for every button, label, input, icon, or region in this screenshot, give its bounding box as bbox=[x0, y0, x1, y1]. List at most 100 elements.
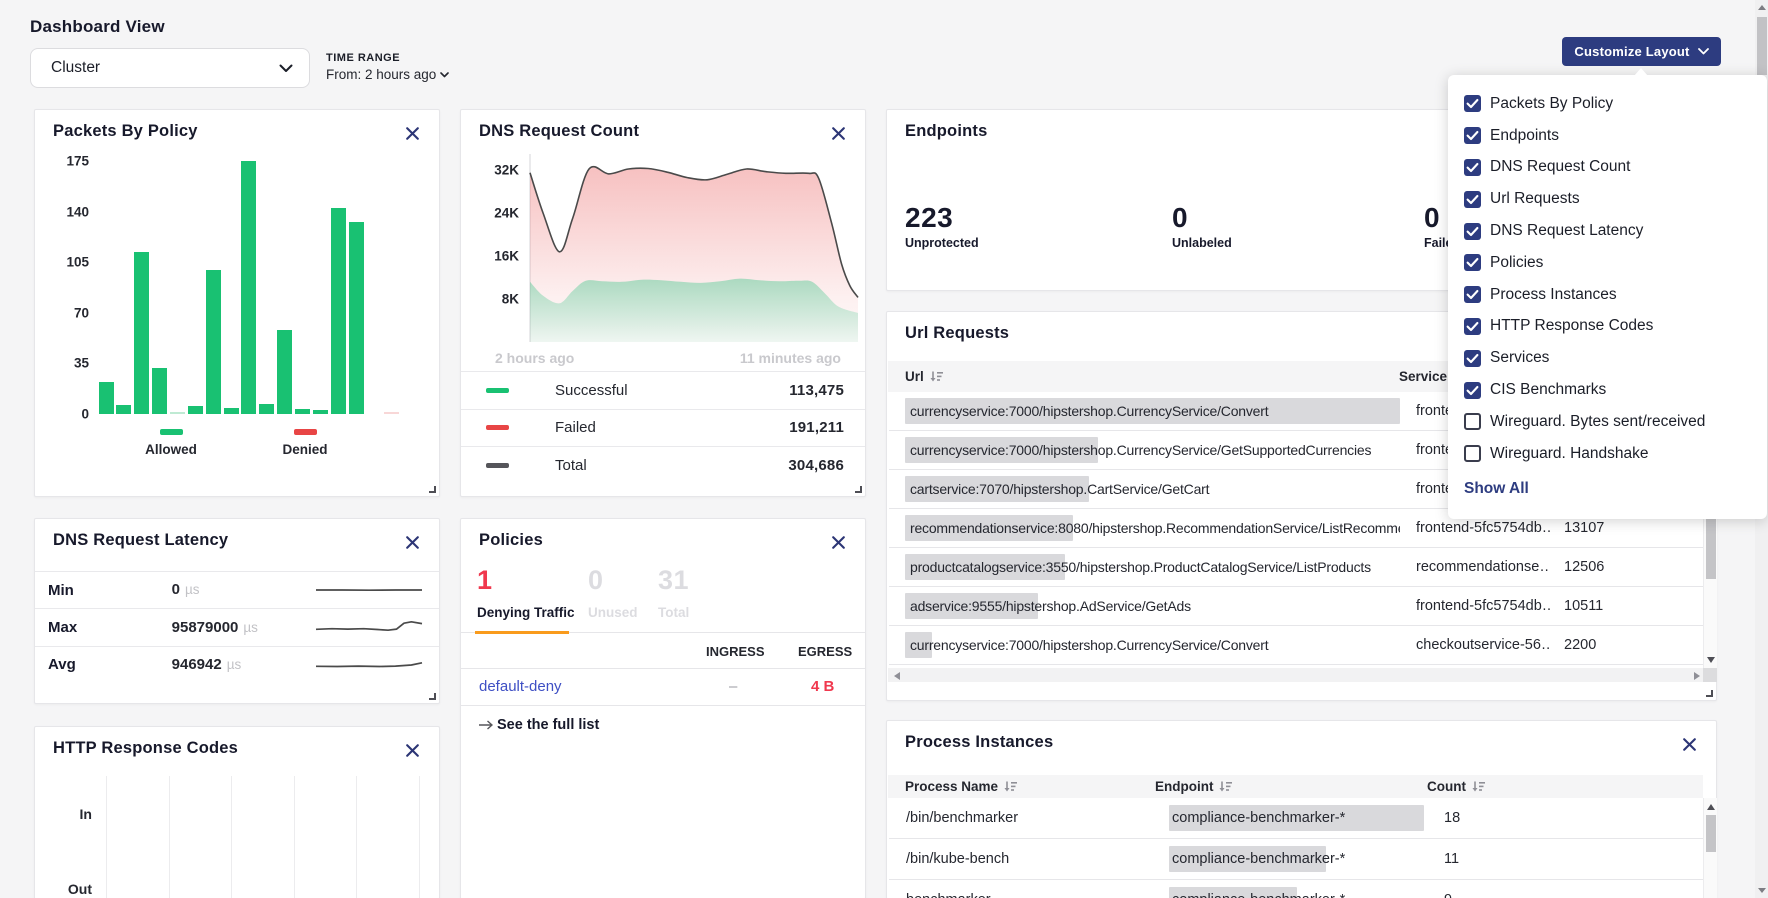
process-table-row[interactable]: /bin/kube-benchcompliance-benchmarker-*1… bbox=[889, 839, 1703, 880]
process-name-cell: /bin/kube-bench bbox=[889, 851, 1156, 867]
resize-handle[interactable] bbox=[429, 486, 436, 493]
sort-icon bbox=[1472, 781, 1485, 793]
checkbox-checked[interactable] bbox=[1464, 254, 1481, 271]
allowed-bar bbox=[206, 270, 221, 414]
column-header-process-name[interactable]: Process Name bbox=[905, 779, 1155, 794]
egress-value: 4 B bbox=[811, 678, 834, 695]
menu-item-label: Url Requests bbox=[1490, 190, 1580, 208]
y-tick: 0 bbox=[49, 406, 89, 421]
checkbox-checked[interactable] bbox=[1464, 318, 1481, 335]
tab-unused[interactable]: 0 Unused bbox=[588, 565, 638, 620]
menu-item-packets-by-policy[interactable]: Packets By Policy bbox=[1448, 88, 1767, 120]
page-title: Dashboard View bbox=[30, 17, 165, 37]
scroll-up-arrow[interactable] bbox=[1758, 5, 1766, 10]
tab-total[interactable]: 31 Total bbox=[658, 565, 689, 620]
checkbox-unchecked[interactable] bbox=[1464, 413, 1481, 430]
process-table-row[interactable]: benchmarkercompliance-benchmarker-*9 bbox=[889, 880, 1703, 898]
checkbox-checked[interactable] bbox=[1464, 223, 1481, 240]
close-icon[interactable] bbox=[1676, 731, 1702, 757]
resize-handle[interactable] bbox=[855, 486, 862, 493]
checkbox-checked[interactable] bbox=[1464, 286, 1481, 303]
y-tick: 140 bbox=[49, 204, 89, 219]
checkbox-checked[interactable] bbox=[1464, 127, 1481, 144]
allowed-bar bbox=[331, 208, 346, 414]
menu-item-dns-request-count[interactable]: DNS Request Count bbox=[1448, 152, 1767, 184]
service-cell: frontend-5fc5754db… bbox=[1400, 598, 1550, 614]
checkbox-checked[interactable] bbox=[1464, 191, 1481, 208]
latency-metric-label: Min bbox=[48, 582, 172, 599]
scroll-left-arrow[interactable] bbox=[894, 672, 900, 680]
scroll-up-arrow[interactable] bbox=[1707, 804, 1715, 810]
scroll-down-arrow[interactable] bbox=[1758, 888, 1766, 893]
close-icon[interactable] bbox=[399, 529, 425, 555]
gridline bbox=[356, 776, 357, 898]
menu-item-label: Packets By Policy bbox=[1490, 95, 1613, 113]
menu-item-process-instances[interactable]: Process Instances bbox=[1448, 279, 1767, 311]
scrollbar-thumb[interactable] bbox=[1757, 17, 1767, 75]
allowed-bar bbox=[277, 330, 292, 414]
dns-request-latency-card: DNS Request Latency Min0µsMax95879000µsA… bbox=[34, 518, 440, 704]
show-all-link[interactable]: Show All bbox=[1464, 480, 1529, 498]
menu-item-label: CIS Benchmarks bbox=[1490, 381, 1606, 399]
legend-row-failed: Failed 191,211 bbox=[461, 409, 865, 447]
see-full-list-link[interactable]: See the full list bbox=[479, 717, 599, 733]
scroll-down-arrow[interactable] bbox=[1707, 657, 1715, 663]
legend-item-allowed[interactable]: Allowed bbox=[148, 429, 194, 457]
menu-item-endpoints[interactable]: Endpoints bbox=[1448, 120, 1767, 152]
close-icon[interactable] bbox=[825, 529, 851, 555]
url-table-row[interactable]: currencyservice:7000/hipstershop.Currenc… bbox=[889, 626, 1703, 665]
process-name-cell: /bin/benchmarker bbox=[889, 810, 1156, 826]
count-cell: 9 bbox=[1432, 892, 1452, 898]
scrollbar-thumb[interactable] bbox=[1706, 815, 1716, 852]
allowed-bar bbox=[241, 161, 256, 413]
menu-item-label: Process Instances bbox=[1490, 286, 1617, 304]
resize-handle[interactable] bbox=[1706, 690, 1713, 697]
menu-item-services[interactable]: Services bbox=[1448, 342, 1767, 374]
policy-link[interactable]: default-deny bbox=[479, 678, 562, 695]
menu-item-label: Policies bbox=[1490, 254, 1543, 272]
time-range-value[interactable]: From: 2 hours ago bbox=[326, 67, 449, 82]
allowed-bar bbox=[224, 408, 239, 414]
packets-by-policy-card: Packets By Policy 17514010570350 Allowed… bbox=[34, 109, 440, 497]
count-cell: 10511 bbox=[1550, 598, 1603, 614]
gridline bbox=[419, 776, 420, 898]
menu-item-policies[interactable]: Policies bbox=[1448, 247, 1767, 279]
column-header-endpoint[interactable]: Endpoint bbox=[1155, 779, 1427, 794]
menu-item-wireguard-bytes-sent-received[interactable]: Wireguard. Bytes sent/received bbox=[1448, 406, 1767, 438]
y-tick: 8K bbox=[479, 292, 519, 307]
menu-item-cis-benchmarks[interactable]: CIS Benchmarks bbox=[1448, 374, 1767, 406]
y-tick: 24K bbox=[479, 206, 519, 221]
url-table-row[interactable]: productcatalogservice:3550/hipstershop.P… bbox=[889, 548, 1703, 587]
checkbox-unchecked[interactable] bbox=[1464, 445, 1481, 462]
checkbox-checked[interactable] bbox=[1464, 382, 1481, 399]
dns-request-count-card: DNS Request Count 32K24K16K8K 2 hours ag… bbox=[460, 109, 866, 497]
menu-items: Packets By Policy EndpointsDNS Request Co… bbox=[1448, 88, 1767, 470]
checkbox-checked[interactable] bbox=[1464, 350, 1481, 367]
menu-item-wireguard-handshake[interactable]: Wireguard. Handshake bbox=[1448, 438, 1767, 470]
checkbox-checked[interactable] bbox=[1464, 159, 1481, 176]
sort-icon bbox=[1004, 781, 1017, 793]
process-instances-card: Process Instances Process Name Endpoint … bbox=[886, 720, 1717, 898]
cluster-select[interactable]: Cluster bbox=[30, 48, 310, 88]
y-tick: 16K bbox=[479, 249, 519, 264]
latency-sparkline bbox=[315, 617, 423, 639]
resize-handle[interactable] bbox=[429, 693, 436, 700]
scroll-right-arrow[interactable] bbox=[1694, 672, 1700, 680]
column-header-url[interactable]: Url bbox=[905, 369, 1399, 384]
menu-item-url-requests[interactable]: Url Requests bbox=[1448, 183, 1767, 215]
menu-item-http-response-codes[interactable]: HTTP Response Codes bbox=[1448, 311, 1767, 343]
menu-item-dns-request-latency[interactable]: DNS Request Latency bbox=[1448, 215, 1767, 247]
process-table-vertical-scrollbar[interactable] bbox=[1703, 798, 1717, 898]
checkbox-checked[interactable] bbox=[1464, 95, 1481, 112]
allowed-bar bbox=[116, 405, 131, 414]
tab-denying-traffic[interactable]: 1 Denying Traffic bbox=[477, 565, 575, 620]
process-table-row[interactable]: /bin/benchmarkercompliance-benchmarker-*… bbox=[889, 798, 1703, 839]
url-table-horizontal-scrollbar[interactable] bbox=[888, 668, 1703, 682]
column-header-count[interactable]: Count bbox=[1427, 779, 1485, 794]
customize-layout-menu: Packets By Policy EndpointsDNS Request Co… bbox=[1448, 75, 1767, 519]
customize-layout-button[interactable]: Customize Layout bbox=[1562, 37, 1721, 66]
gridline bbox=[231, 776, 232, 898]
cluster-select-value: Cluster bbox=[51, 59, 100, 77]
url-table-row[interactable]: adservice:9555/hipstershop.AdService/Get… bbox=[889, 587, 1703, 626]
legend-item-denied[interactable]: Denied bbox=[282, 429, 328, 457]
